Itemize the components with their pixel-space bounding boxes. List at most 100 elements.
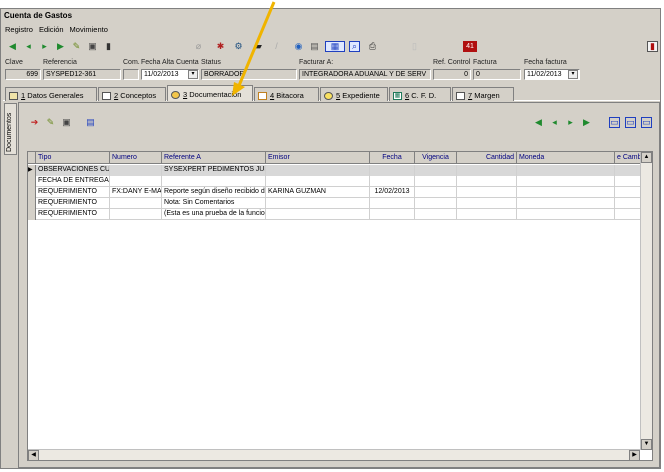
tab-datos-generales[interactable]: 1 Datos Generales — [5, 87, 97, 101]
tab-documentacion[interactable]: 3 Documentacion — [167, 85, 253, 101]
table-cell[interactable]: REQUERIMIENTO — [36, 209, 110, 220]
tab-conceptos[interactable]: 2 Conceptos — [98, 87, 166, 101]
export-icon[interactable]: ▤ — [85, 117, 96, 128]
row-selector[interactable]: ▶ — [28, 165, 36, 176]
tab-expediente[interactable]: 5 Expediente — [320, 87, 388, 101]
table-cell[interactable]: (Esta es una prueba de la funcion — [162, 209, 266, 220]
delete-icon[interactable]: ▮ — [103, 41, 114, 52]
refresh-icon[interactable]: ◉ — [293, 41, 304, 52]
table-cell[interactable]: FECHA DE ENTREGA — [36, 176, 110, 187]
prev-record-icon[interactable]: ◂ — [23, 41, 34, 52]
table-cell[interactable]: FX:DANY E-MAI — [110, 187, 162, 198]
table-cell[interactable]: Nota: Sin Comentarios — [162, 198, 266, 209]
table-cell[interactable] — [517, 176, 615, 187]
table-cell[interactable]: 12/02/2013 — [370, 187, 415, 198]
tools-icon[interactable]: ✱ — [215, 41, 226, 52]
col-moneda[interactable]: Moneda — [517, 152, 615, 164]
print-icon[interactable]: ⎙ — [367, 41, 378, 52]
copy-icon[interactable]: ▯ — [409, 41, 420, 52]
exit-icon[interactable]: ▮ — [647, 41, 658, 52]
col-numero[interactable]: Numero — [110, 152, 162, 164]
table-cell[interactable] — [415, 176, 457, 187]
table-row[interactable]: REQUERIMIENTO (Esta es una prueba de la f… — [28, 209, 650, 220]
scroll-left-icon[interactable]: ◀ — [28, 450, 39, 460]
table-cell[interactable] — [415, 165, 457, 176]
preview-icon[interactable]: ⌕ — [349, 41, 360, 52]
table-row[interactable]: REQUERIMIENTO FX:DANY E-MAI Reporte según … — [28, 187, 650, 198]
grid-prev-icon[interactable]: ◂ — [549, 117, 560, 128]
table-row[interactable]: FECHA DE ENTREGA — [28, 176, 650, 187]
table-cell[interactable] — [457, 198, 517, 209]
calendar-icon[interactable]: ▦ — [325, 41, 345, 52]
save-icon[interactable]: ▣ — [87, 41, 98, 52]
flag-icon[interactable]: ▰ — [253, 41, 264, 52]
table-cell[interactable] — [266, 176, 370, 187]
table-cell[interactable] — [517, 165, 615, 176]
row-selector[interactable] — [28, 176, 36, 187]
facturar-field[interactable]: INTEGRADORA ADUANAL Y DE SERV — [299, 69, 431, 80]
table-cell[interactable] — [162, 176, 266, 187]
layout-2-icon[interactable]: ▭ — [625, 117, 636, 128]
col-referente[interactable]: Referente A — [162, 152, 266, 164]
table-cell[interactable] — [370, 209, 415, 220]
table-cell[interactable] — [415, 209, 457, 220]
side-tab-documentos[interactable]: Documentos — [4, 103, 17, 155]
table-cell[interactable] — [266, 209, 370, 220]
table-cell[interactable]: REQUERIMIENTO — [36, 187, 110, 198]
table-cell[interactable] — [457, 209, 517, 220]
row-selector[interactable] — [28, 198, 36, 209]
tab-cfd[interactable]: ▦ 6 C. F. D. — [389, 87, 451, 101]
layout-1-icon[interactable]: ▭ — [609, 117, 620, 128]
edit-icon[interactable]: ✎ — [71, 41, 82, 52]
table-cell[interactable] — [110, 209, 162, 220]
menu-movimiento[interactable]: Movimiento — [70, 25, 108, 34]
table-cell[interactable]: KARINA GUZMAN — [266, 187, 370, 198]
row-selector[interactable] — [28, 187, 36, 198]
table-cell[interactable] — [517, 198, 615, 209]
table-row[interactable]: REQUERIMIENTO Nota: Sin Comentarios — [28, 198, 650, 209]
horizontal-scrollbar[interactable]: ◀ ▶ — [28, 449, 640, 460]
col-fecha[interactable]: Fecha — [370, 152, 415, 164]
table-cell[interactable] — [110, 198, 162, 209]
vertical-scrollbar[interactable]: ▲ ▼ — [640, 152, 652, 450]
grid-last-icon[interactable]: ▶ — [581, 117, 592, 128]
col-emisor[interactable]: Emisor — [266, 152, 370, 164]
ref-control-field[interactable]: 0 — [433, 69, 471, 80]
process-icon[interactable]: ⚙ — [233, 41, 244, 52]
table-cell[interactable] — [517, 209, 615, 220]
last-record-icon[interactable]: ▶ — [55, 41, 66, 52]
table-cell[interactable]: Reporte según diseño recibido de — [162, 187, 266, 198]
next-record-icon[interactable]: ▸ — [39, 41, 50, 52]
save-document-icon[interactable]: ▣ — [61, 117, 72, 128]
table-cell[interactable]: SYSEXPERT PEDIMENTOS JUL — [162, 165, 266, 176]
referencia-field[interactable]: SYSPED12-361 — [43, 69, 121, 80]
table-cell[interactable] — [370, 176, 415, 187]
table-row[interactable]: ▶ OBSERVACIONES CU SYSEXPERT PEDIMENTOS JU… — [28, 165, 650, 176]
edit-document-icon[interactable]: ✎ — [45, 117, 56, 128]
fecha-factura-calendar-icon[interactable]: ▾ — [568, 70, 578, 79]
tab-bitacora[interactable]: 4 Bitacora — [254, 87, 319, 101]
com-field[interactable] — [123, 69, 139, 80]
table-cell[interactable]: OBSERVACIONES CU — [36, 165, 110, 176]
table-cell[interactable]: REQUERIMIENTO — [36, 198, 110, 209]
row-selector[interactable] — [28, 209, 36, 220]
factura-field[interactable]: 0 — [473, 69, 521, 80]
table-cell[interactable] — [370, 165, 415, 176]
fecha-alta-calendar-icon[interactable]: ▾ — [188, 70, 198, 79]
scroll-up-icon[interactable]: ▲ — [641, 152, 652, 163]
grid-next-icon[interactable]: ▸ — [565, 117, 576, 128]
scroll-down-icon[interactable]: ▼ — [641, 439, 652, 450]
menu-edicion[interactable]: Edición — [39, 25, 64, 34]
document-icon[interactable]: ▤ — [309, 41, 320, 52]
status-field[interactable]: BORRADOR — [201, 69, 297, 80]
grid-first-icon[interactable]: ◀ — [533, 117, 544, 128]
scroll-right-icon[interactable]: ▶ — [629, 450, 640, 460]
filter-icon[interactable]: ⌀ — [193, 41, 204, 52]
clave-field[interactable]: 699 — [5, 69, 41, 80]
add-document-icon[interactable]: ➔ — [29, 117, 40, 128]
table-cell[interactable] — [517, 187, 615, 198]
first-record-icon[interactable]: ◀ — [7, 41, 18, 52]
layout-3-icon[interactable]: ▭ — [641, 117, 652, 128]
table-cell[interactable] — [457, 176, 517, 187]
table-cell[interactable] — [266, 198, 370, 209]
